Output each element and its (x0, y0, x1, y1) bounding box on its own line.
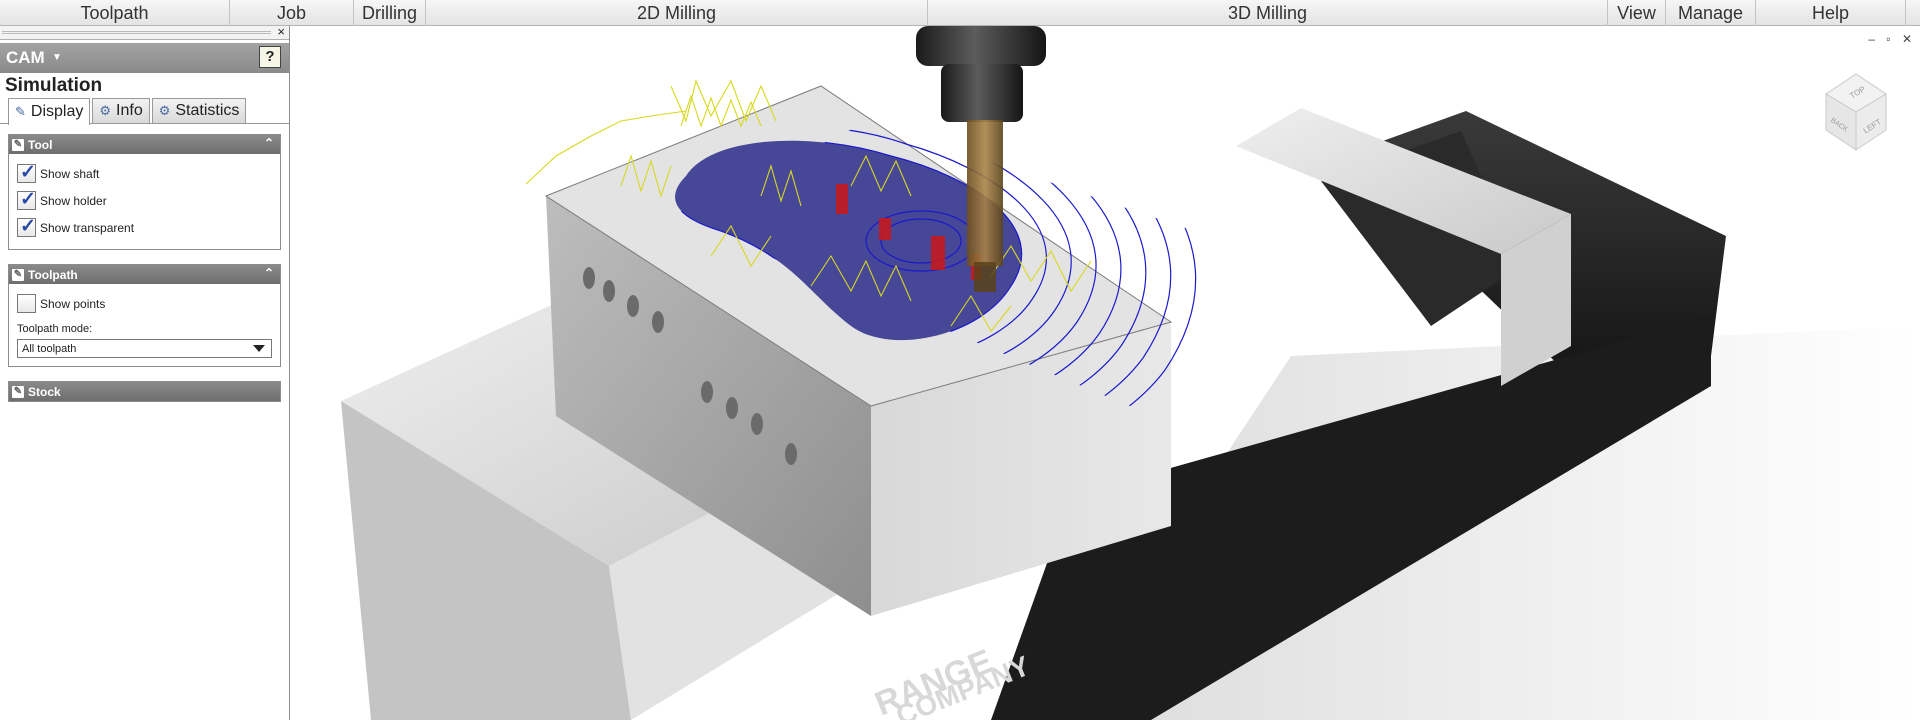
ribbon-tab-drilling[interactable]: Drilling (354, 0, 426, 26)
page-title: Simulation (5, 75, 103, 96)
stock-section: ✎ Stock (8, 381, 281, 402)
ribbon-tab-help[interactable]: Help (1756, 0, 1906, 26)
ribbon-tab-toolpath[interactable]: Toolpath (0, 0, 230, 26)
toolpath-mode-select[interactable]: All toolpath (17, 339, 272, 358)
tab-label: Display (30, 103, 84, 120)
toolpath-mode-label: Toolpath mode: (17, 323, 93, 335)
collapse-icon[interactable]: ⌃ (264, 266, 274, 280)
cam-dropdown-label[interactable]: CAM (6, 48, 45, 68)
show-points-checkbox[interactable] (17, 294, 36, 313)
ribbon-tab-job[interactable]: Job (230, 0, 354, 26)
show-transparent-label: Show transparent (40, 220, 135, 235)
tool-section-title: Tool (28, 137, 53, 152)
graphics-viewport[interactable]: RANGE COMPANY – ▫ ✕ TOP BACK LEFT (291, 26, 1920, 720)
stock-section-icon: ✎ (12, 385, 24, 398)
stock-section-header[interactable]: ✎ Stock (9, 382, 280, 401)
toolpath-section-title: Toolpath (28, 267, 78, 282)
tool-section-header[interactable]: ✎ Tool ⌃ (9, 135, 280, 154)
help-icon[interactable]: ? (259, 46, 281, 68)
toolpath-section-icon: ✎ (12, 268, 24, 281)
show-holder-row: Show holder (17, 187, 272, 214)
simulation-scene[interactable]: RANGE COMPANY (291, 26, 1920, 720)
simulation-tabs: ✎ Display ⚙ Info ⚙ Statistics (0, 98, 289, 125)
chevron-down-icon (253, 345, 265, 352)
window-controls[interactable]: – ▫ ✕ (1868, 32, 1916, 46)
show-transparent-checkbox[interactable] (17, 215, 36, 238)
tab-label: Statistics (175, 102, 240, 119)
toolpath-section: ✎ Toolpath ⌃ Show points Toolpath mode: … (8, 264, 281, 367)
tool-section: ✎ Tool ⌃ Show shaft Show holder Show tra… (8, 134, 281, 250)
show-shaft-label: Show shaft (40, 166, 100, 181)
show-points-label: Show points (40, 296, 106, 311)
chevron-down-icon[interactable]: ▼ (52, 52, 62, 63)
grip-lines (2, 31, 271, 34)
show-transparent-row: Show transparent (17, 214, 272, 241)
show-points-row: Show points (17, 290, 272, 317)
tool-tip (974, 262, 996, 292)
show-holder-checkbox[interactable] (17, 188, 36, 211)
ribbon-tab-bar: Toolpath Job Drilling 2D Milling 3D Milling V… (0, 0, 1920, 26)
cam-browser-panel: × CAM ▼ ? Simulation ✎ Display ⚙ Info ⚙ … (0, 24, 290, 720)
ribbon-tab-manage[interactable]: Manage (1666, 0, 1756, 26)
display-icon: ✎ (15, 104, 26, 119)
toolpath-mode-value: All toolpath (22, 342, 77, 355)
viewcube[interactable]: TOP BACK LEFT (1820, 66, 1900, 156)
toolpath-section-header[interactable]: ✎ Toolpath ⌃ (9, 265, 280, 284)
tool-holder (916, 26, 1046, 66)
info-icon: ⚙ (99, 103, 112, 118)
tab-display[interactable]: ✎ Display (8, 98, 91, 125)
ribbon-tab-2d-milling[interactable]: 2D Milling (426, 0, 928, 26)
close-icon[interactable]: × (277, 24, 285, 39)
ribbon-tab-view[interactable]: View (1608, 0, 1666, 26)
tab-label: Info (116, 102, 143, 119)
cam-header: CAM ▼ ? (0, 43, 289, 73)
tool-section-icon: ✎ (12, 138, 24, 151)
stock-section-title: Stock (28, 384, 61, 399)
show-holder-label: Show holder (40, 193, 107, 208)
panel-grip-bar[interactable]: × (0, 24, 289, 40)
show-shaft-row: Show shaft (17, 160, 272, 187)
tab-statistics[interactable]: ⚙ Statistics (151, 98, 247, 123)
tool-shaft (967, 120, 1003, 266)
ribbon-tab-3d-milling[interactable]: 3D Milling (928, 0, 1608, 26)
show-shaft-checkbox[interactable] (17, 161, 36, 184)
collapse-icon[interactable]: ⌃ (264, 136, 274, 150)
tab-info[interactable]: ⚙ Info (92, 98, 150, 123)
statistics-icon: ⚙ (158, 103, 171, 118)
tool-holder-lower (941, 64, 1023, 122)
